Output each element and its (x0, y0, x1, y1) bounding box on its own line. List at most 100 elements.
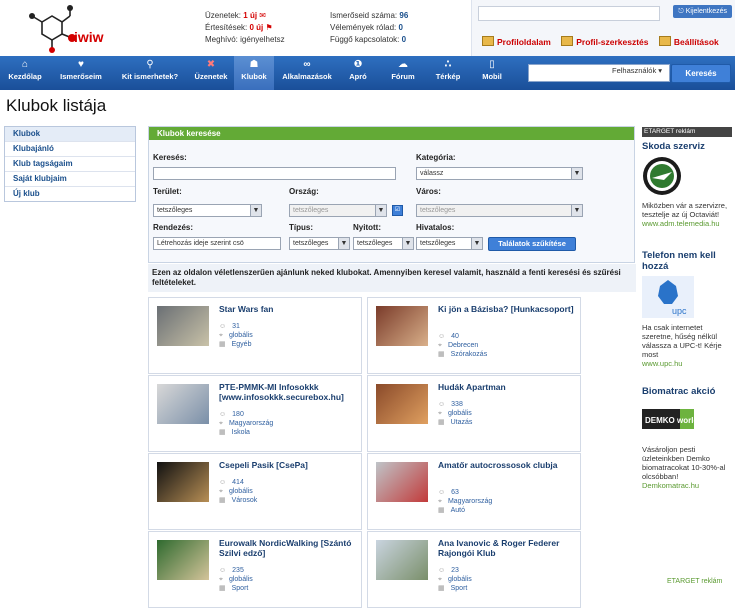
narrow-results-button[interactable]: Találatok szűkítése (488, 237, 576, 251)
club-location[interactable]: globális (448, 576, 472, 583)
nav-messages[interactable]: ✖ Üzenetek (190, 56, 232, 90)
invites-value[interactable]: igényelhetsz (240, 35, 284, 44)
skoda-logo[interactable] (642, 156, 682, 196)
club-thumbnail[interactable] (376, 462, 428, 502)
type-select[interactable]: tetszőleges ▼ (289, 237, 350, 250)
category-icon: ▦ (219, 429, 226, 436)
chevron-down-icon: ▼ (571, 168, 582, 179)
settings-link[interactable]: Beállítások (658, 36, 719, 47)
search-scope-select[interactable]: Felhasználók ▾ (612, 66, 662, 75)
search-button[interactable]: Keresés (671, 64, 731, 83)
city-select[interactable]: tetszőleges ▼ (416, 204, 583, 217)
club-name[interactable]: Amatőr autocrossosok clubja (438, 460, 578, 470)
alerts-count[interactable]: 0 új (249, 23, 263, 32)
club-card[interactable]: Ki jön a Bázisba? [Hunkacsoport] ☺ 40 ⌖ Debr… (367, 297, 581, 374)
club-category[interactable]: Autó (451, 507, 465, 514)
logout-button[interactable]: ⎋ Kijelentkezés (673, 5, 732, 18)
club-name[interactable]: Eurowalk NordicWalking [Szántó Szilvi ed… (219, 538, 359, 558)
official-select[interactable]: tetszőleges ▼ (416, 237, 483, 250)
alerts-line[interactable]: Értesítések: 0 új ⚑ (205, 22, 285, 34)
club-category[interactable]: Egyéb (232, 341, 252, 348)
ad-url[interactable]: www.upc.hu (642, 359, 732, 368)
club-card[interactable]: PTE-PMMK-MI Infosokkk [www.infosokkk.sec… (148, 375, 362, 452)
members-icon: ☺ (438, 489, 446, 496)
nav-suggestions[interactable]: ⚲ Kit ismerhetek? (112, 56, 188, 90)
settings-icon (658, 36, 671, 46)
nav-map[interactable]: ∴ Térkép (428, 56, 468, 90)
messages-line[interactable]: Üzenetek: 1 új ✉ (205, 10, 285, 22)
club-name[interactable]: Ana Ivanovic & Roger Federer Rajongói Kl… (438, 538, 578, 558)
club-location[interactable]: globális (229, 332, 253, 339)
profile-link[interactable]: Profiloldalam (482, 36, 551, 47)
club-location[interactable]: Debrecen (448, 342, 478, 349)
country-toggle-checkbox[interactable]: ☑ (392, 205, 403, 216)
demko-logo[interactable]: DEMKO world (642, 409, 698, 429)
club-card[interactable]: Eurowalk NordicWalking [Szántó Szilvi ed… (148, 531, 362, 608)
club-thumbnail[interactable] (157, 384, 209, 424)
profile-edit-link[interactable]: Profil-szerkesztés (561, 36, 649, 47)
club-thumbnail[interactable] (157, 462, 209, 502)
nav-mobile[interactable]: ▯ Mobil (472, 56, 512, 90)
ad-url[interactable]: Demkomatrac.hu (642, 481, 732, 490)
open-select[interactable]: tetszőleges ▼ (353, 237, 414, 250)
nav-clubs[interactable]: ☗ Klubok (234, 56, 274, 90)
club-category[interactable]: Utazás (451, 419, 473, 426)
club-thumbnail[interactable] (376, 306, 428, 346)
nav-apps[interactable]: ∞ Alkalmazások (276, 56, 338, 90)
ad-url[interactable]: www.adm.telemedia.hu (642, 219, 732, 228)
club-card[interactable]: Star Wars fan ☺ 31 ⌖ globális ▦ Egyéb (148, 297, 362, 374)
club-name[interactable]: PTE-PMMK-MI Infosokkk [www.infosokkk.sec… (219, 382, 359, 402)
club-category[interactable]: Szórakozás (451, 351, 488, 358)
location-icon: ⌖ (219, 332, 223, 339)
keyword-input[interactable] (153, 167, 396, 180)
menu-item-clubs[interactable]: Klubok (5, 127, 135, 142)
club-thumbnail[interactable] (157, 306, 209, 346)
upc-logo[interactable]: upc (642, 276, 694, 318)
home-icon: ⌂ (21, 59, 29, 70)
club-thumbnail[interactable] (157, 540, 209, 580)
account-input[interactable] (478, 6, 660, 21)
nav-friends[interactable]: ♥ Ismerőseim (52, 56, 110, 90)
menu-item-memberships[interactable]: Klub tagságaim (5, 157, 135, 172)
club-location[interactable]: Magyarország (229, 420, 273, 427)
club-location[interactable]: globális (229, 488, 253, 495)
club-location[interactable]: globális (229, 576, 253, 583)
club-card[interactable]: Ana Ivanovic & Roger Federer Rajongói Kl… (367, 531, 581, 608)
club-card[interactable]: Csepeli Pasik [CsePa] ☺ 414 ⌖ globális ▦ Város… (148, 453, 362, 530)
club-location[interactable]: Magyarország (448, 498, 492, 505)
club-name[interactable]: Csepeli Pasik [CsePa] (219, 460, 359, 470)
country-select[interactable]: tetszőleges ▼ (289, 204, 387, 217)
club-card[interactable]: Amatőr autocrossosok clubja ☺ 63 ⌖ Magyarors… (367, 453, 581, 530)
type-value: tetszőleges (293, 240, 329, 247)
club-category[interactable]: Sport (451, 585, 468, 592)
club-card[interactable]: Hudák Apartman ☺ 338 ⌖ globális ▦ Utazás (367, 375, 581, 452)
reviews-count[interactable]: 0 (399, 23, 403, 32)
menu-item-recommend[interactable]: Klubajánló (5, 142, 135, 157)
nav-classifieds[interactable]: ❶ Apró (340, 56, 376, 90)
iwiw-logo[interactable]: iwiw (22, 4, 122, 54)
ad-title[interactable]: Biomatrac akció (642, 386, 732, 397)
club-name[interactable]: Hudák Apartman (438, 382, 578, 392)
nav-forum[interactable]: ☁ Fórum (380, 56, 426, 90)
messages-count[interactable]: 1 új (243, 11, 257, 20)
category-select[interactable]: válassz ▼ (416, 167, 583, 180)
club-category[interactable]: Sport (232, 585, 249, 592)
club-name[interactable]: Ki jön a Bázisba? [Hunkacsoport] (438, 304, 578, 314)
area-select[interactable]: tetszőleges ▼ (153, 204, 262, 217)
club-location[interactable]: globális (448, 410, 472, 417)
nav-home[interactable]: ⌂ Kezdőlap (0, 56, 50, 90)
menu-item-new-club[interactable]: Új klub (5, 187, 135, 201)
ad-title[interactable]: Skoda szerviz (642, 141, 732, 152)
member-count: 235 (232, 567, 244, 574)
club-category[interactable]: Városok (232, 497, 258, 504)
menu-item-own-clubs[interactable]: Saját klubjaim (5, 172, 135, 187)
friends-count[interactable]: 96 (399, 11, 408, 20)
club-category[interactable]: Iskola (232, 429, 250, 436)
ad-title[interactable]: Telefon nem kell hozzá (642, 250, 732, 272)
club-thumbnail[interactable] (376, 540, 428, 580)
club-name[interactable]: Star Wars fan (219, 304, 359, 314)
sort-select[interactable]: Létrehozás ideje szerint csö (153, 237, 281, 250)
club-thumbnail[interactable] (376, 384, 428, 424)
invites-line[interactable]: Meghívó: igényelhetsz (205, 34, 285, 46)
pending-count[interactable]: 0 (402, 35, 406, 44)
